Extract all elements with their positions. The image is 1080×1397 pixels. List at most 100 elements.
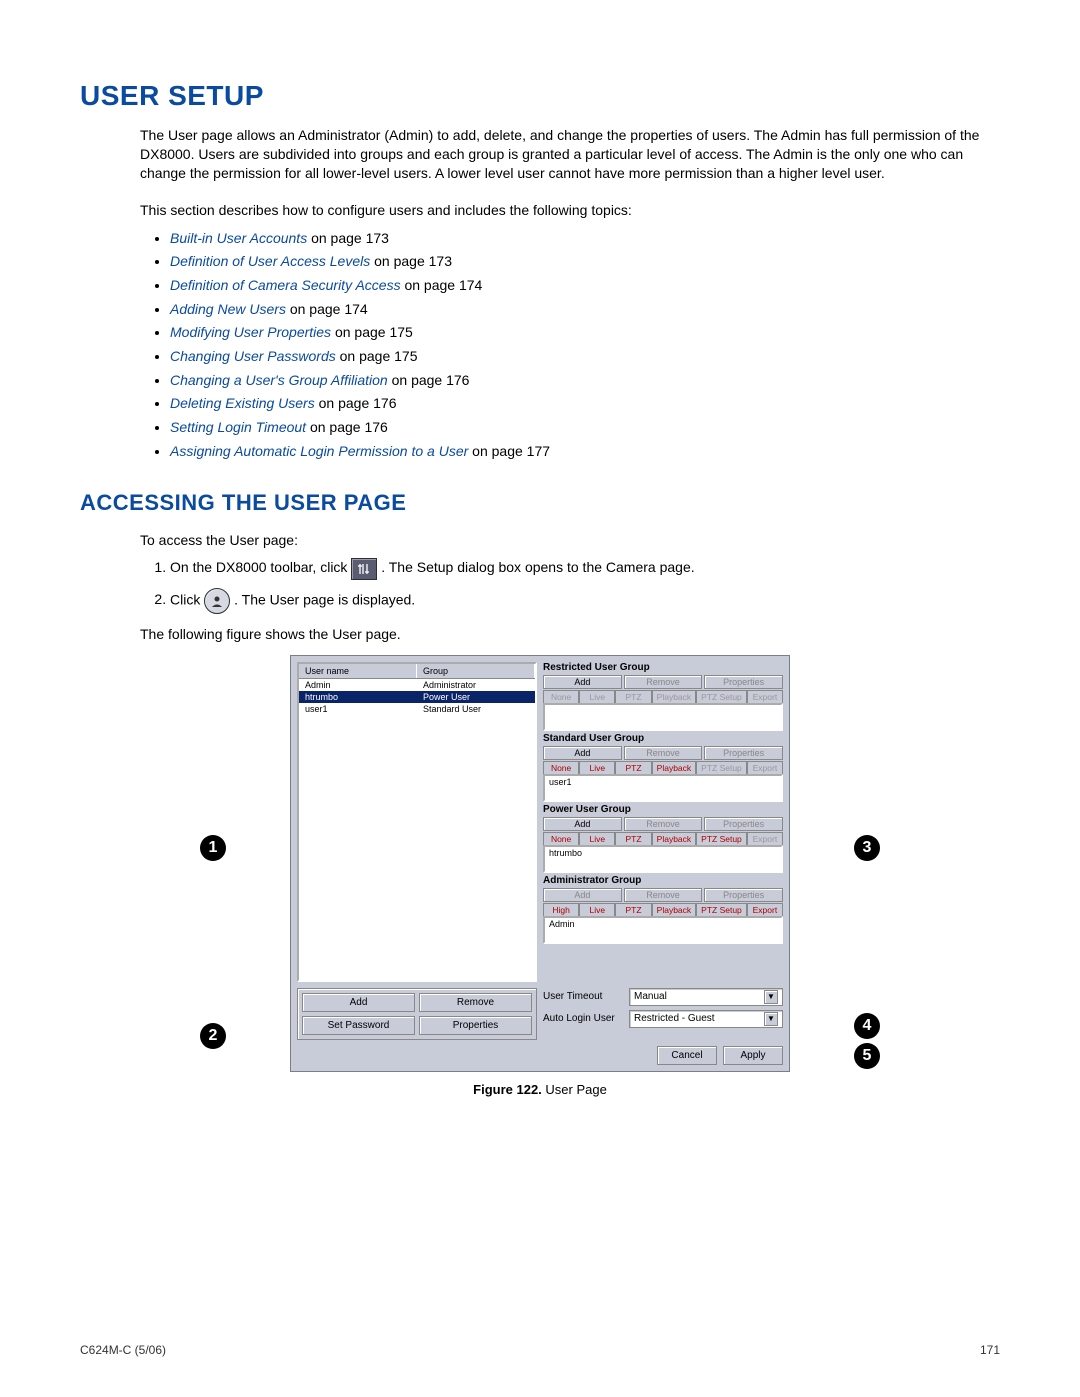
standard-group-panel: Standard User Group Add Remove Propertie…	[543, 733, 783, 802]
set-password-button[interactable]: Set Password	[302, 1016, 415, 1035]
toc-link[interactable]: Changing a User's Group Affiliation	[170, 372, 388, 388]
section-heading: ACCESSING THE USER PAGE	[80, 490, 1000, 516]
tab-live[interactable]: Live	[579, 690, 615, 703]
footer-pagenum: 171	[980, 1343, 1000, 1357]
tab-export[interactable]: Export	[747, 761, 783, 774]
apply-button[interactable]: Apply	[723, 1046, 783, 1065]
tab-ptzsetup[interactable]: PTZ Setup	[696, 690, 747, 703]
tab-none[interactable]: None	[543, 832, 579, 845]
access-intro: To access the User page:	[140, 530, 1000, 551]
toc-link[interactable]: Definition of User Access Levels	[170, 253, 370, 269]
step-2: Click . The User page is displayed.	[170, 588, 1000, 614]
tab-ptz[interactable]: PTZ	[615, 903, 651, 916]
tab-none[interactable]: None	[543, 761, 579, 774]
group-title: Standard User Group	[543, 733, 783, 744]
tab-high[interactable]: High	[543, 903, 579, 916]
group-member-list[interactable]: Admin	[543, 916, 783, 944]
user-row: AdminAdministrator	[299, 679, 535, 691]
remove-user-button[interactable]: Remove	[419, 993, 532, 1012]
user-timeout-select[interactable]: Manual ▼	[629, 988, 783, 1006]
group-remove-button[interactable]: Remove	[624, 675, 703, 689]
auto-login-label: Auto Login User	[543, 1013, 623, 1024]
user-page-dialog: User name Group AdminAdministrator htrum…	[290, 655, 790, 1072]
tab-live[interactable]: Live	[579, 761, 615, 774]
user-action-buttons: Add Remove Set Password Properties	[297, 988, 537, 1040]
footer-docid: C624M-C (5/06)	[80, 1343, 166, 1357]
toc-link[interactable]: Built-in User Accounts	[170, 230, 307, 246]
toc-intro: This section describes how to configure …	[140, 201, 1000, 220]
toc-link[interactable]: Changing User Passwords	[170, 348, 336, 364]
setup-toolbar-icon	[351, 558, 377, 580]
col-username[interactable]: User name	[299, 664, 417, 678]
user-list[interactable]: User name Group AdminAdministrator htrum…	[297, 662, 537, 982]
intro-paragraph: The User page allows an Administrator (A…	[140, 126, 1000, 183]
col-group[interactable]: Group	[417, 664, 535, 678]
toc-link[interactable]: Deleting Existing Users	[170, 395, 315, 411]
admin-group-panel: Administrator Group Add Remove Propertie…	[543, 875, 783, 944]
tab-ptz[interactable]: PTZ	[615, 761, 651, 774]
tab-ptzsetup[interactable]: PTZ Setup	[696, 832, 747, 845]
toc-item: Setting Login Timeout on page 176	[170, 417, 1000, 439]
properties-button[interactable]: Properties	[419, 1016, 532, 1035]
power-group-panel: Power User Group Add Remove Properties N…	[543, 804, 783, 873]
tab-playback[interactable]: Playback	[652, 832, 697, 845]
add-user-button[interactable]: Add	[302, 993, 415, 1012]
chevron-down-icon: ▼	[764, 1012, 778, 1026]
chevron-down-icon: ▼	[764, 990, 778, 1004]
tab-ptzsetup[interactable]: PTZ Setup	[696, 761, 747, 774]
toc-link[interactable]: Modifying User Properties	[170, 324, 331, 340]
callout-5: 5	[854, 1043, 880, 1069]
toc-item: Modifying User Properties on page 175	[170, 322, 1000, 344]
tab-live[interactable]: Live	[579, 903, 615, 916]
toc-item: Changing User Passwords on page 175	[170, 346, 1000, 368]
toc-link[interactable]: Setting Login Timeout	[170, 419, 306, 435]
cancel-button[interactable]: Cancel	[657, 1046, 717, 1065]
page-title: USER SETUP	[80, 80, 1000, 112]
tab-none[interactable]: None	[543, 690, 579, 703]
user-row: user1Standard User	[299, 703, 535, 715]
user-page-icon	[204, 588, 230, 614]
group-remove-button[interactable]: Remove	[624, 817, 703, 831]
toc-item: Definition of Camera Security Access on …	[170, 275, 1000, 297]
tab-export[interactable]: Export	[747, 832, 783, 845]
tab-ptz[interactable]: PTZ	[615, 832, 651, 845]
toc-item: Adding New Users on page 174	[170, 299, 1000, 321]
tab-ptz[interactable]: PTZ	[615, 690, 651, 703]
auto-login-select[interactable]: Restricted - Guest ▼	[629, 1010, 783, 1028]
group-remove-button[interactable]: Remove	[624, 888, 703, 902]
callout-1: 1	[200, 835, 226, 861]
step-1: On the DX8000 toolbar, click . The Setup…	[170, 557, 1000, 579]
toc-item: Assigning Automatic Login Permission to …	[170, 441, 1000, 463]
user-row-selected: htrumboPower User	[299, 691, 535, 703]
figure-caption: Figure 122. User Page	[240, 1082, 840, 1097]
group-remove-button[interactable]: Remove	[624, 746, 703, 760]
step-list: On the DX8000 toolbar, click . The Setup…	[170, 557, 1000, 613]
toc-link[interactable]: Assigning Automatic Login Permission to …	[170, 443, 468, 459]
tab-ptzsetup[interactable]: PTZ Setup	[696, 903, 747, 916]
tab-live[interactable]: Live	[579, 832, 615, 845]
toc-item: Built-in User Accounts on page 173	[170, 228, 1000, 250]
group-props-button[interactable]: Properties	[704, 675, 783, 689]
group-member-list[interactable]: user1	[543, 774, 783, 802]
tab-export[interactable]: Export	[747, 903, 783, 916]
tab-playback[interactable]: Playback	[652, 903, 697, 916]
group-member-list[interactable]	[543, 703, 783, 731]
tab-playback[interactable]: Playback	[652, 690, 697, 703]
toc-link[interactable]: Definition of Camera Security Access	[170, 277, 401, 293]
figure-intro: The following figure shows the User page…	[140, 624, 1000, 645]
group-props-button[interactable]: Properties	[704, 746, 783, 760]
toc-link[interactable]: Adding New Users	[170, 301, 286, 317]
tab-export[interactable]: Export	[747, 690, 783, 703]
group-member-list[interactable]: htrumbo	[543, 845, 783, 873]
group-props-button[interactable]: Properties	[704, 817, 783, 831]
group-add-button[interactable]: Add	[543, 746, 622, 760]
group-add-button[interactable]: Add	[543, 675, 622, 689]
toc-item: Definition of User Access Levels on page…	[170, 251, 1000, 273]
callout-4: 4	[854, 1013, 880, 1039]
group-add-button[interactable]: Add	[543, 888, 622, 902]
group-title: Restricted User Group	[543, 662, 783, 673]
group-props-button[interactable]: Properties	[704, 888, 783, 902]
group-title: Power User Group	[543, 804, 783, 815]
group-add-button[interactable]: Add	[543, 817, 622, 831]
tab-playback[interactable]: Playback	[652, 761, 697, 774]
